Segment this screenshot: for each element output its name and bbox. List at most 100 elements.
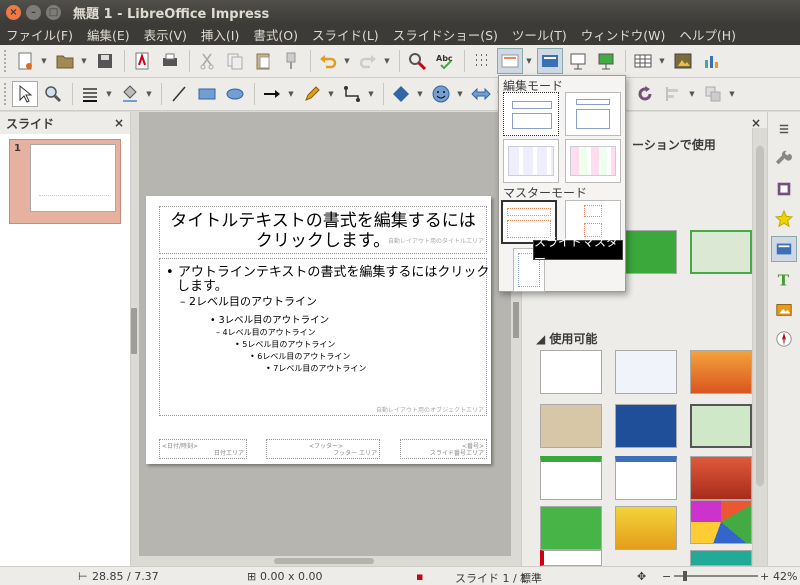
menu-edit[interactable]: 編集(E) bbox=[81, 25, 138, 44]
task-pane-scrollbar[interactable] bbox=[752, 128, 767, 566]
master-thumb-teal[interactable] bbox=[690, 550, 752, 566]
arrange-icon[interactable] bbox=[700, 81, 726, 107]
zoom-percentage[interactable]: 42% bbox=[773, 570, 797, 583]
master-thumb-blue[interactable] bbox=[615, 404, 677, 448]
footer-placeholder[interactable]: <フッター> フッター エリア bbox=[266, 439, 380, 459]
basic-shapes-dropdown[interactable]: ▼ bbox=[416, 81, 424, 107]
zoom-icon[interactable] bbox=[40, 81, 66, 107]
toolbar-grip[interactable] bbox=[4, 83, 8, 105]
slide-thumbnail[interactable] bbox=[30, 144, 116, 212]
fill-bucket-icon[interactable] bbox=[117, 81, 143, 107]
open-dropdown[interactable]: ▼ bbox=[80, 48, 88, 74]
document-modified-icon[interactable]: ▪ bbox=[416, 570, 423, 583]
menu-window[interactable]: ウィンドウ(W) bbox=[575, 25, 674, 44]
master-thumb-colorful[interactable] bbox=[690, 500, 752, 544]
save-icon[interactable] bbox=[92, 48, 118, 74]
menu-format[interactable]: 書式(O) bbox=[247, 25, 306, 44]
slide-number-placeholder[interactable]: <番号> スライド番号エリア bbox=[400, 439, 487, 459]
connector-icon[interactable] bbox=[339, 81, 365, 107]
table-icon[interactable] bbox=[630, 48, 656, 74]
slide-transition-icon[interactable] bbox=[771, 236, 797, 262]
arrow-dropdown[interactable]: ▼ bbox=[287, 81, 295, 107]
clone-formatting-icon[interactable] bbox=[278, 48, 304, 74]
title-placeholder[interactable]: タイトルテキストの書式を編集するには クリックします。 自動レイアウト用のタイト… bbox=[159, 206, 487, 254]
line-tool-icon[interactable] bbox=[166, 81, 192, 107]
master-thumb-red[interactable] bbox=[690, 456, 752, 500]
master-thumb-green-header[interactable] bbox=[540, 456, 602, 500]
master-thumb-bright-green[interactable] bbox=[540, 506, 602, 550]
menu-insert[interactable]: 挿入(I) bbox=[195, 25, 247, 44]
menu-slide[interactable]: スライド(L) bbox=[306, 25, 387, 44]
undo-dropdown[interactable]: ▼ bbox=[343, 48, 351, 74]
master-thumb-white[interactable] bbox=[540, 350, 602, 394]
layout-title-list-button[interactable] bbox=[565, 92, 621, 136]
select-arrow-icon[interactable] bbox=[12, 81, 38, 107]
new-dropdown[interactable]: ▼ bbox=[40, 48, 48, 74]
slide-layout-dropdown[interactable]: ▼ bbox=[525, 48, 533, 74]
image-icon[interactable] bbox=[670, 48, 696, 74]
master-thumb-lightgreen-used[interactable] bbox=[690, 230, 752, 274]
symbol-shapes-icon[interactable] bbox=[428, 81, 454, 107]
layout-mixed-button[interactable] bbox=[565, 139, 621, 183]
master-thumb-yellow[interactable] bbox=[615, 506, 677, 550]
minimize-window-button[interactable]: – bbox=[26, 4, 41, 20]
line-style-icon[interactable] bbox=[77, 81, 103, 107]
styles-icon[interactable]: T bbox=[771, 266, 797, 292]
print-icon[interactable] bbox=[157, 48, 183, 74]
redo-dropdown[interactable]: ▼ bbox=[383, 48, 391, 74]
undo-icon[interactable] bbox=[315, 48, 341, 74]
menu-view[interactable]: 表示(V) bbox=[138, 25, 195, 44]
master-thumb-tan[interactable] bbox=[540, 404, 602, 448]
master-thumb-red-edge[interactable] bbox=[540, 550, 602, 566]
slide-pane-close-button[interactable]: × bbox=[114, 116, 124, 130]
zoom-in-button[interactable]: + bbox=[760, 570, 769, 583]
master-thumb-pale-blue[interactable] bbox=[615, 350, 677, 394]
slide-layout-icon[interactable] bbox=[497, 48, 523, 74]
open-folder-icon[interactable] bbox=[52, 48, 78, 74]
layout-title-content-button[interactable] bbox=[503, 92, 559, 136]
rectangle-tool-icon[interactable] bbox=[194, 81, 220, 107]
connector-dropdown[interactable]: ▼ bbox=[367, 81, 375, 107]
menu-slideshow[interactable]: スライドショー(S) bbox=[387, 25, 506, 44]
slideshow-icon[interactable] bbox=[565, 48, 591, 74]
redo-icon[interactable] bbox=[355, 48, 381, 74]
date-placeholder[interactable]: <日付/時刻> 日付エリア bbox=[159, 439, 247, 459]
arrange-dropdown[interactable]: ▼ bbox=[728, 81, 736, 107]
zoom-out-button[interactable]: − bbox=[662, 570, 671, 583]
align-dropdown[interactable]: ▼ bbox=[688, 81, 696, 107]
slide-thumbnail-selected[interactable]: 1 bbox=[9, 139, 121, 224]
fill-color-dropdown[interactable]: ▼ bbox=[145, 81, 153, 107]
grid-icon[interactable] bbox=[469, 48, 495, 74]
sidebar-menu-icon[interactable] bbox=[771, 116, 797, 142]
master-slide[interactable]: タイトルテキストの書式を編集するには クリックします。 自動レイアウト用のタイト… bbox=[146, 196, 491, 464]
maximize-window-button[interactable]: □ bbox=[46, 4, 61, 20]
curve-dropdown[interactable]: ▼ bbox=[327, 81, 335, 107]
cut-icon[interactable] bbox=[194, 48, 220, 74]
properties-wrench-icon[interactable] bbox=[771, 146, 797, 172]
line-color-dropdown[interactable]: ▼ bbox=[105, 81, 113, 107]
arrow-line-icon[interactable] bbox=[259, 81, 285, 107]
find-replace-icon[interactable] bbox=[404, 48, 430, 74]
horizontal-scrollbar[interactable] bbox=[139, 556, 511, 566]
block-arrows-icon[interactable] bbox=[468, 81, 494, 107]
new-document-icon[interactable] bbox=[12, 48, 38, 74]
chart-icon[interactable] bbox=[698, 48, 724, 74]
outline-placeholder[interactable]: • アウトラインテキストの書式を編集するにはクリック します。 – 2レベル目の… bbox=[159, 258, 489, 416]
menu-help[interactable]: ヘルプ(H) bbox=[673, 25, 744, 44]
navigator-compass-icon[interactable] bbox=[771, 326, 797, 352]
menu-tools[interactable]: ツール(T) bbox=[506, 25, 575, 44]
table-dropdown[interactable]: ▼ bbox=[658, 48, 666, 74]
close-window-button[interactable]: × bbox=[6, 4, 21, 20]
align-icon[interactable] bbox=[660, 81, 686, 107]
master-pages-icon[interactable] bbox=[771, 176, 797, 202]
master-thumb-framed-green[interactable] bbox=[690, 404, 752, 448]
zoom-slider-thumb[interactable] bbox=[683, 571, 687, 581]
copy-icon[interactable] bbox=[222, 48, 248, 74]
gallery-icon[interactable] bbox=[771, 296, 797, 322]
fit-zoom-icon[interactable]: ✥ bbox=[637, 570, 646, 583]
layout-charts-button[interactable] bbox=[503, 139, 559, 183]
toolbar-grip[interactable] bbox=[4, 50, 8, 72]
animation-star-icon[interactable] bbox=[771, 206, 797, 232]
menu-file[interactable]: ファイル(F) bbox=[0, 25, 81, 44]
master-slide-icon[interactable] bbox=[537, 48, 563, 74]
